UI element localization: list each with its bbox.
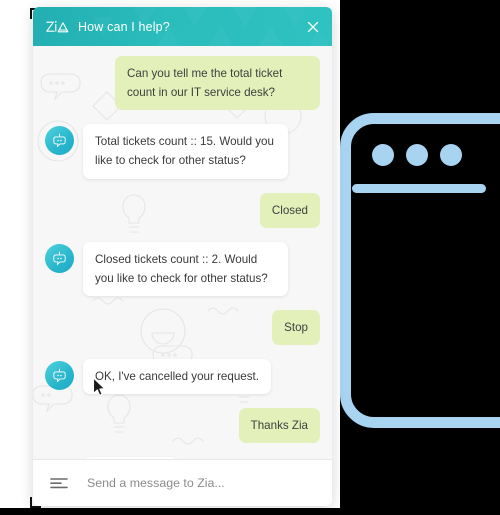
message-row-user: Can you tell me the total ticket count i…	[45, 56, 320, 111]
chatbot-face-icon	[53, 133, 66, 148]
chat-header: How can I help?	[33, 7, 332, 46]
user-message-bubble: Closed	[259, 192, 320, 228]
zia-chat-panel: How can I help? Can you tell me the tota…	[33, 7, 332, 506]
chatbot-avatar-icon	[45, 361, 74, 390]
bot-message-bubble: Total tickets count :: 15. Would you lik…	[83, 124, 288, 179]
zia-logo-icon	[46, 20, 69, 32]
message-row-user: Thanks Zia	[45, 408, 320, 444]
close-icon[interactable]	[304, 18, 322, 36]
bot-message-bubble: Closed tickets count :: 2. Would you lik…	[83, 241, 288, 296]
message-list: Can you tell me the total ticket count i…	[45, 56, 320, 459]
screenshot-stage: How can I help? Can you tell me the tota…	[0, 0, 500, 515]
chatbot-face-icon	[53, 368, 66, 383]
message-row-user: Closed	[45, 192, 320, 228]
decorative-dot	[372, 144, 394, 166]
chatbot-face-icon	[53, 251, 66, 266]
user-message-bubble: Thanks Zia	[238, 408, 320, 444]
message-input[interactable]	[85, 475, 316, 491]
message-composer	[33, 459, 332, 506]
hamburger-menu-icon[interactable]	[49, 476, 69, 490]
message-row-bot: My Pleasure!!	[45, 457, 320, 459]
chat-header-title: How can I help?	[78, 19, 170, 34]
chatbot-avatar-icon	[45, 243, 74, 273]
user-message-bubble: Stop	[272, 309, 320, 345]
decorative-window-dots	[372, 144, 462, 166]
chat-message-area[interactable]: Can you tell me the total ticket count i…	[33, 46, 332, 459]
bot-message-bubble: OK, I've cancelled your request.	[83, 359, 271, 395]
message-row-bot: Closed tickets count :: 2. Would you lik…	[45, 241, 320, 296]
user-message-bubble: Can you tell me the total ticket count i…	[115, 56, 320, 111]
decorative-window-bar	[352, 184, 486, 193]
message-row-user: Stop	[45, 309, 320, 345]
chatbot-avatar-icon	[45, 126, 74, 156]
decorative-dot	[406, 144, 428, 166]
bot-message-bubble: My Pleasure!!	[83, 457, 178, 459]
message-row-bot: Total tickets count :: 15. Would you lik…	[45, 124, 320, 179]
message-row-bot: OK, I've cancelled your request.	[45, 359, 320, 395]
decorative-dot	[440, 144, 462, 166]
